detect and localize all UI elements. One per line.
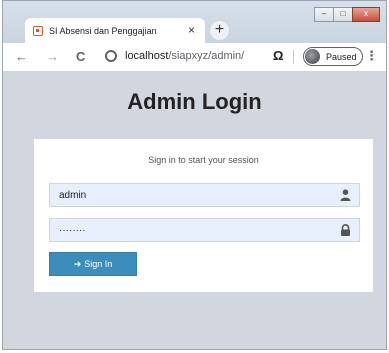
login-box: Sign in to start your session ➔ Sign In (34, 139, 373, 292)
url-path: /siapxyz/admin/ (168, 50, 245, 62)
toolbar-divider (293, 50, 294, 64)
forward-button[interactable]: → (46, 49, 59, 64)
sign-in-label: Sign In (84, 259, 113, 269)
profile-button[interactable]: Paused (303, 47, 363, 66)
avatar (305, 49, 320, 64)
tab-strip: SI Absensi dan Penggajian × + – □ x (3, 1, 386, 43)
password-input[interactable] (50, 219, 359, 241)
tab-title: SI Absensi dan Penggajian (49, 25, 157, 36)
browser-tab[interactable]: SI Absensi dan Penggajian × (25, 18, 205, 43)
extension-omega-icon[interactable]: Ω (273, 48, 283, 63)
profile-label: Paused (326, 51, 357, 62)
username-input[interactable] (50, 184, 359, 206)
close-window-button[interactable]: x (352, 7, 380, 22)
browser-toolbar: ← → C localhost/siapxyz/admin/ Ω Paused … (3, 43, 386, 72)
username-field-group (49, 183, 360, 207)
window-controls: – □ x (314, 7, 380, 22)
url-text: localhost/siapxyz/admin/ (125, 50, 244, 62)
tab-close-button[interactable]: × (188, 23, 195, 37)
menu-icon[interactable]: ⋮ (365, 48, 378, 64)
maximize-button[interactable]: □ (333, 7, 353, 22)
address-bar[interactable]: localhost/siapxyz/admin/ (103, 47, 299, 67)
login-subtitle: Sign in to start your session (148, 155, 259, 165)
password-field-group (49, 218, 360, 242)
site-info-icon[interactable] (105, 50, 117, 62)
page-title: Admin Login (127, 89, 262, 114)
browser-window: SI Absensi dan Penggajian × + – □ x ← → … (2, 0, 387, 350)
minimize-button[interactable]: – (314, 7, 334, 22)
new-tab-button[interactable]: + (210, 21, 229, 40)
login-page: Admin Login Sign in to start your sessio… (3, 72, 386, 349)
sign-in-button[interactable]: ➔ Sign In (49, 252, 137, 276)
back-button[interactable]: ← (15, 49, 28, 64)
favicon-icon (33, 25, 43, 36)
user-icon (340, 189, 351, 201)
lock-icon (341, 224, 350, 236)
url-host: localhost (125, 50, 169, 62)
sign-in-icon: ➔ (73, 258, 82, 269)
reload-button[interactable]: C (76, 49, 85, 64)
